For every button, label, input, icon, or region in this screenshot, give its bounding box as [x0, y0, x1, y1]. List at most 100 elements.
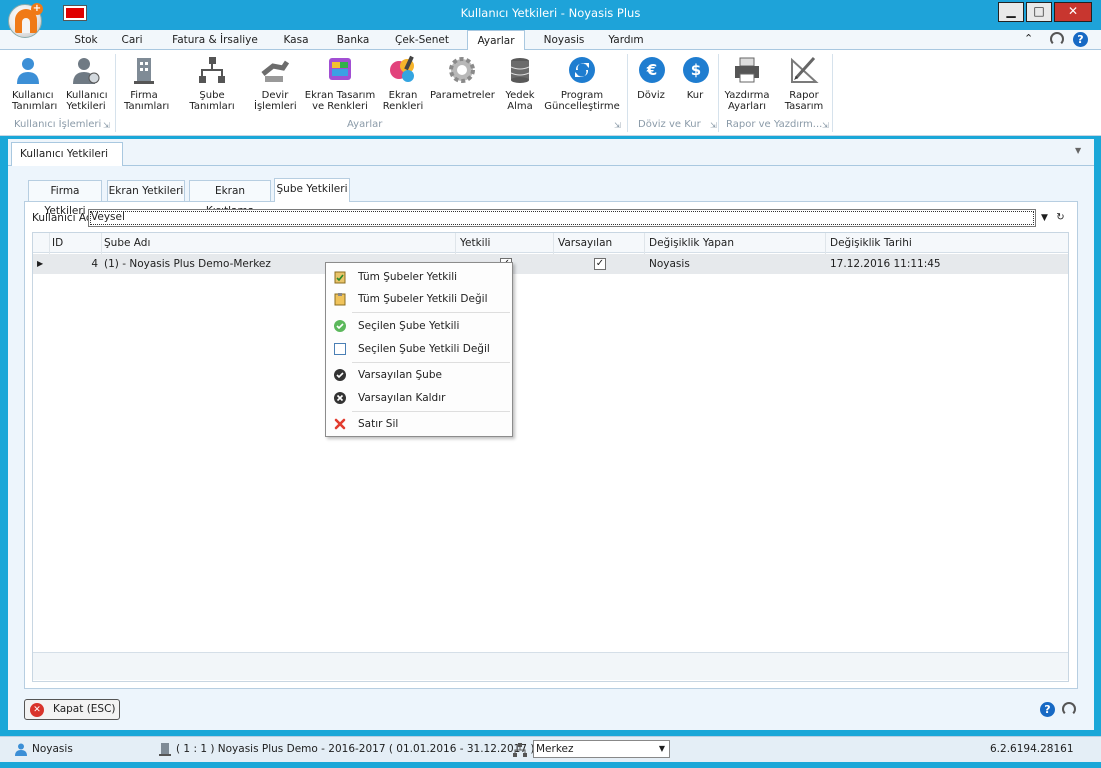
ribbon-yazdirma-ayarlari-button[interactable]: Yazdırma Ayarları	[722, 52, 772, 112]
doc-tab-label: Kullanıcı Yetkileri	[20, 148, 109, 160]
maximize-button[interactable]: □	[1026, 2, 1052, 22]
branch-select[interactable]: Merkez ▼	[533, 740, 670, 758]
tab-stok[interactable]: Stok	[66, 30, 106, 50]
ribbon-sube-tanimlari-button[interactable]: Şube Tanımları	[176, 52, 248, 112]
ribbon-doviz-button[interactable]: € Döviz	[636, 52, 666, 101]
collapse-ribbon-icon[interactable]: ⌃	[1024, 32, 1033, 45]
support-headset-icon[interactable]	[1050, 32, 1064, 46]
menu-item-secilen-sube-yetkili-degil[interactable]: Seçilen Şube Yetkili Değil	[326, 338, 512, 360]
grid-footer	[33, 652, 1068, 680]
col-header-id[interactable]: ID	[52, 233, 63, 253]
cell-degisiklik-yapan[interactable]: Noyasis	[649, 254, 690, 274]
ribbon-yedek-alma-button[interactable]: Yedek Alma	[502, 52, 538, 112]
empty-box-icon	[334, 343, 346, 355]
group-separator	[718, 54, 719, 132]
ribbon-ekran-renkleri-button[interactable]: Ekran Renkleri	[382, 52, 424, 112]
subtab-sube-yetkileri[interactable]: Şube Yetkileri	[274, 178, 350, 202]
cell-id[interactable]: 4	[56, 254, 98, 274]
ribbon-kur-button[interactable]: $ Kur	[680, 52, 710, 101]
delete-x-icon	[334, 418, 346, 430]
ribbon-label: Güncelleştirme	[544, 101, 620, 112]
dropdown-arrow-icon[interactable]: ▼	[1037, 209, 1052, 227]
branch-grid	[32, 232, 1069, 682]
col-header-degisiklik-tarihi[interactable]: Değişiklik Tarihi	[830, 233, 912, 253]
refresh-small-icon[interactable]: ↻	[1053, 209, 1068, 227]
group-separator	[115, 54, 116, 132]
menu-item-satir-sil[interactable]: Satır Sil	[326, 413, 512, 435]
group-label-rapor-ve-yazdirma: Rapor ve Yazdırm...	[726, 119, 823, 130]
check-circle-icon	[334, 320, 346, 332]
minimize-button[interactable]: ▁	[998, 2, 1024, 22]
subtab-ekran-kisitlama[interactable]: Ekran Kısıtlama	[189, 180, 271, 217]
tab-ayarlar[interactable]: Ayarlar	[467, 30, 525, 51]
ribbon-firma-tanimlari-button[interactable]: Firma Tanımları	[124, 52, 169, 112]
col-header-degisiklik-yapan[interactable]: Değişiklik Yapan	[649, 233, 734, 253]
window-border	[0, 762, 1101, 768]
flag-icon[interactable]	[63, 5, 87, 21]
help-icon[interactable]: ?	[1040, 702, 1055, 717]
ribbon-label: ve Renkleri	[312, 101, 368, 112]
group-launcher-icon[interactable]: ⇲	[614, 121, 621, 130]
menu-item-label: Seçilen Şube Yetkili	[358, 320, 460, 332]
support-headset-icon[interactable]	[1062, 702, 1076, 716]
kapat-label: Kapat (ESC)	[53, 703, 116, 715]
menu-separator	[352, 411, 510, 412]
gear-icon	[449, 57, 475, 83]
transfer-icon	[261, 60, 290, 82]
ribbon-program-guncelleme-button[interactable]: Program Güncelleştirme	[544, 52, 620, 112]
menu-item-label: Seçilen Şube Yetkili Değil	[358, 343, 490, 355]
ribbon-parametreler-button[interactable]: Parametreler	[430, 52, 495, 101]
help-icon[interactable]: ?	[1073, 32, 1088, 47]
subtab-ekran-yetkileri[interactable]: Ekran Yetkileri	[107, 180, 185, 201]
tab-cari[interactable]: Cari	[114, 30, 150, 50]
menu-item-label: Varsayılan Kaldır	[358, 392, 446, 404]
menu-separator	[352, 312, 510, 313]
menu-item-tum-subeler-yetkili-degil[interactable]: Tüm Şubeler Yetkili Değil	[326, 288, 512, 310]
menu-item-tum-subeler-yetkili[interactable]: Tüm Şubeler Yetkili	[326, 266, 512, 288]
tab-banka[interactable]: Banka	[331, 30, 375, 50]
printer-icon	[735, 57, 759, 83]
x-dark-icon	[334, 392, 346, 404]
group-launcher-icon[interactable]: ⇲	[103, 121, 110, 130]
ribbon-label: Devir	[261, 90, 289, 101]
close-window-button[interactable]: ✕	[1054, 2, 1092, 22]
col-header-varsayilan[interactable]: Varsayılan	[558, 233, 612, 253]
menu-item-label: Varsayılan Şube	[358, 369, 442, 381]
ribbon-rapor-tasarim-button[interactable]: Rapor Tasarım	[782, 52, 826, 112]
menu-item-secilen-sube-yetkili[interactable]: Seçilen Şube Yetkili	[326, 315, 512, 337]
ribbon-label: Ekran Tasarım	[304, 90, 376, 101]
cell-degisiklik-tarihi[interactable]: 17.12.2016 11:11:45	[830, 254, 941, 274]
palette-icon	[390, 55, 414, 82]
tab-yardim[interactable]: Yardım	[604, 30, 648, 50]
menu-item-varsayilan-kaldir[interactable]: Varsayılan Kaldır	[326, 387, 512, 409]
ribbon-label: Parametreler	[430, 90, 495, 101]
screen-design-icon	[329, 58, 351, 80]
ribbon-label: Yedek	[505, 90, 535, 101]
chevron-down-icon: ▼	[658, 744, 665, 753]
col-header-sube-adi[interactable]: Şube Adı	[104, 233, 150, 253]
username-input[interactable]: Veysel	[88, 209, 1036, 227]
cell-sube-adi[interactable]: (1) - Noyasis Plus Demo-Merkez	[104, 254, 271, 274]
doc-tab-kullanici-yetkileri[interactable]: Kullanıcı Yetkileri ✕	[11, 142, 123, 182]
tab-kasa[interactable]: Kasa	[278, 30, 314, 50]
ribbon-kullanici-yetkileri-button[interactable]: Kullanıcı Yetkileri	[66, 52, 107, 112]
tab-fatura-irsaliye[interactable]: Fatura & İrsaliye	[166, 30, 264, 50]
ribbon-ekran-tasarim-button[interactable]: Ekran Tasarım ve Renkleri	[304, 52, 376, 112]
subtab-firma-yetkileri[interactable]: Firma Yetkileri	[28, 180, 102, 217]
group-launcher-icon[interactable]: ⇲	[822, 121, 829, 130]
tab-noyasis[interactable]: Noyasis	[538, 30, 590, 50]
group-separator	[832, 54, 833, 132]
menu-item-varsayilan-sube[interactable]: Varsayılan Şube	[326, 364, 512, 386]
tab-cek-senet[interactable]: Çek-Senet	[390, 30, 454, 50]
ribbon-devir-islemleri-button[interactable]: Devir İşlemleri	[254, 52, 297, 112]
row-indicator-icon: ▶	[37, 259, 44, 268]
col-header-yetkili[interactable]: Yetkili	[460, 233, 490, 253]
kapat-button[interactable]: ✕ Kapat (ESC)	[24, 699, 120, 720]
status-company: ( 1 : 1 ) Noyasis Plus Demo - 2016-2017 …	[176, 743, 535, 755]
chevron-down-icon[interactable]: ▼	[1075, 146, 1081, 155]
checkbox-varsayilan[interactable]: ✓	[594, 258, 606, 270]
ribbon-kullanici-tanimlari-button[interactable]: Kullanıcı Tanımları	[12, 52, 57, 112]
group-launcher-icon[interactable]: ⇲	[710, 121, 717, 130]
dollar-icon: $	[683, 57, 709, 83]
app-logo-icon[interactable]: +	[8, 3, 43, 38]
